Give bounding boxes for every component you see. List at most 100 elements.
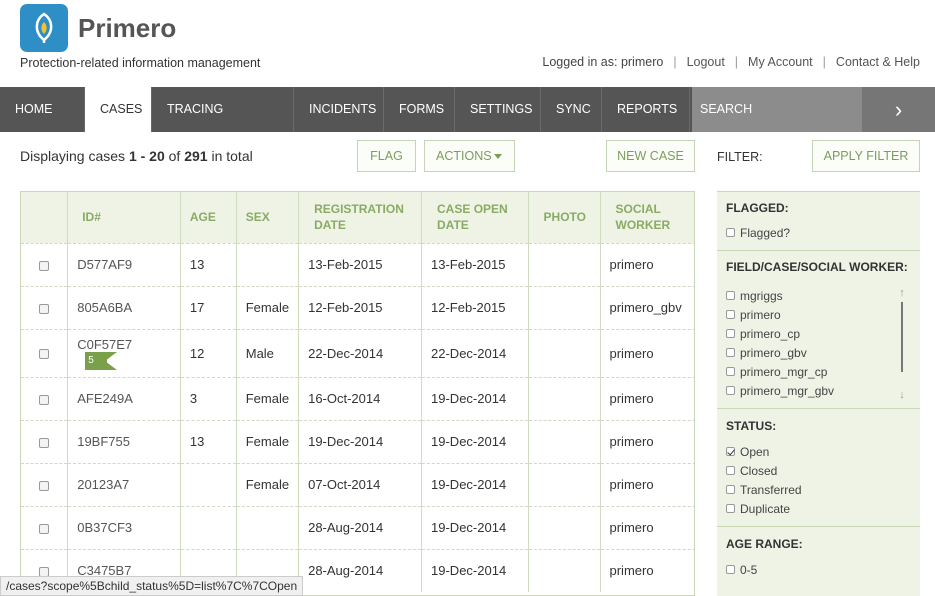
- filter-checkbox[interactable]: [726, 329, 735, 338]
- sex-cell: [236, 242, 300, 286]
- row-select[interactable]: [21, 419, 69, 463]
- filter-option[interactable]: mgriggs: [726, 286, 911, 305]
- worker-scroll-list[interactable]: mgriggs primero primero_cp primero_gbv p…: [726, 286, 911, 404]
- filter-checkbox[interactable]: [726, 228, 735, 237]
- filter-age-range: AGE RANGE: 0-5: [717, 527, 920, 587]
- filter-option[interactable]: 0-5: [726, 560, 911, 579]
- my-account-link[interactable]: My Account: [748, 55, 813, 69]
- col-case-open-date[interactable]: CASE OPEN DATE: [421, 192, 529, 243]
- filter-checkbox[interactable]: [726, 310, 735, 319]
- table-row[interactable]: 0B37CF3 28-Aug-2014 19-Dec-2014 primero: [21, 505, 694, 549]
- filter-option[interactable]: primero_mgr_gbv: [726, 381, 911, 400]
- flag-badge[interactable]: 5: [85, 351, 118, 370]
- nav-settings[interactable]: SETTINGS: [455, 87, 541, 132]
- table-row[interactable]: AFE249A 3 Female 16-Oct-2014 19-Dec-2014…: [21, 376, 694, 420]
- filter-checkbox[interactable]: [726, 565, 735, 574]
- row-checkbox[interactable]: [39, 523, 50, 534]
- filter-checkbox-checked[interactable]: [726, 447, 735, 456]
- separator: |: [822, 55, 826, 69]
- nav-reports[interactable]: REPORTS: [602, 87, 690, 132]
- scrollbar[interactable]: ↑ ↓: [897, 288, 907, 401]
- search-input[interactable]: [692, 87, 862, 132]
- row-checkbox[interactable]: [39, 303, 50, 314]
- case-id-link[interactable]: C0F57E7: [77, 337, 132, 352]
- social-worker-cell: primero: [600, 548, 694, 592]
- age-cell: 3: [180, 376, 237, 420]
- nav-tracing-requests[interactable]: TRACING REQUESTS: [152, 87, 294, 161]
- nav-cases[interactable]: CASES: [85, 87, 152, 132]
- scrollbar-thumb[interactable]: [901, 302, 903, 372]
- case-id-link[interactable]: 805A6BA: [67, 285, 181, 329]
- table-row[interactable]: 19BF755 13 Female 19-Dec-2014 19-Dec-201…: [21, 419, 694, 463]
- col-id[interactable]: ID#: [67, 192, 181, 243]
- apply-filter-button[interactable]: APPLY FILTER: [812, 140, 920, 172]
- filter-option[interactable]: primero_mgr_cp: [726, 362, 911, 381]
- flag-button[interactable]: FLAG: [357, 140, 416, 172]
- filter-checkbox[interactable]: [726, 504, 735, 513]
- row-select[interactable]: [21, 285, 69, 329]
- scroll-up-arrow-icon[interactable]: ↑: [897, 288, 907, 299]
- nav-forms[interactable]: FORMS: [384, 87, 455, 132]
- filter-option[interactable]: Closed: [726, 461, 911, 480]
- col-social-worker[interactable]: SOCIAL WORKER: [600, 192, 694, 243]
- table-row[interactable]: 20123A7 Female 07-Oct-2014 19-Dec-2014 p…: [21, 462, 694, 506]
- table-row[interactable]: D577AF9 13 13-Feb-2015 13-Feb-2015 prime…: [21, 242, 694, 286]
- case-open-date-cell: 22-Dec-2014: [421, 328, 529, 377]
- filter-option[interactable]: Duplicate: [726, 499, 911, 518]
- primero-logo[interactable]: [20, 4, 68, 52]
- filter-option[interactable]: primero_gbv: [726, 343, 911, 362]
- case-id-link[interactable]: AFE249A: [67, 376, 181, 420]
- case-id-cell: C0F57E7 5: [67, 328, 181, 377]
- col-sex[interactable]: SEX: [236, 192, 300, 243]
- table-row[interactable]: C0F57E7 5 12 Male 22-Dec-2014 22-Dec-2014…: [21, 328, 694, 377]
- filter-option[interactable]: Open: [726, 442, 911, 461]
- row-select[interactable]: [21, 376, 69, 420]
- row-checkbox[interactable]: [39, 437, 50, 448]
- col-registration-date[interactable]: REGISTRATION DATE: [298, 192, 423, 243]
- logout-link[interactable]: Logout: [687, 55, 725, 69]
- filter-checkbox[interactable]: [726, 291, 735, 300]
- col-age[interactable]: AGE: [180, 192, 237, 243]
- contact-help-link[interactable]: Contact & Help: [836, 55, 920, 69]
- row-select[interactable]: [21, 242, 69, 286]
- case-id-link[interactable]: 20123A7: [67, 462, 181, 506]
- actions-button[interactable]: ACTIONS: [424, 140, 515, 172]
- filter-option-label: mgriggs: [740, 288, 783, 303]
- filter-checkbox[interactable]: [726, 367, 735, 376]
- filter-checkbox[interactable]: [726, 466, 735, 475]
- row-select[interactable]: [21, 328, 69, 377]
- filter-option[interactable]: primero: [726, 305, 911, 324]
- row-checkbox[interactable]: [39, 480, 50, 491]
- logged-in-label: Logged in as: primero: [542, 55, 664, 69]
- search-go-button[interactable]: ›: [862, 87, 935, 132]
- cases-table: ID# AGE SEX REGISTRATION DATE CASE OPEN …: [20, 191, 695, 596]
- age-cell: 17: [180, 285, 237, 329]
- nav-sync[interactable]: SYNC: [541, 87, 602, 132]
- filter-option[interactable]: Transferred: [726, 480, 911, 499]
- new-case-button[interactable]: NEW CASE: [606, 140, 695, 172]
- row-select[interactable]: [21, 462, 69, 506]
- filter-option-label: primero_cp: [740, 326, 801, 341]
- case-id-link[interactable]: 19BF755: [67, 419, 181, 463]
- filter-checkbox[interactable]: [726, 386, 735, 395]
- case-id-link[interactable]: 0B37CF3: [67, 505, 181, 549]
- nav-incidents[interactable]: INCIDENTS: [294, 87, 384, 132]
- table-row[interactable]: 805A6BA 17 Female 12-Feb-2015 12-Feb-201…: [21, 285, 694, 329]
- filter-option[interactable]: primero_cp: [726, 324, 911, 343]
- row-select[interactable]: [21, 505, 69, 549]
- filter-checkbox[interactable]: [726, 348, 735, 357]
- filter-option-label: primero_mgr_cp: [740, 364, 828, 379]
- header: Primero Protection-related information m…: [0, 0, 935, 87]
- filter-option-label: primero_mgr_gbv: [740, 383, 835, 398]
- filter-option[interactable]: Flagged?: [726, 223, 911, 242]
- filter-option[interactable]: primero_mgr_mrm: [726, 400, 911, 405]
- scroll-down-arrow-icon[interactable]: ↓: [897, 390, 907, 401]
- row-checkbox[interactable]: [39, 394, 50, 405]
- filter-checkbox[interactable]: [726, 485, 735, 494]
- filter-flagged: FLAGGED: Flagged?: [717, 192, 920, 251]
- case-id-link[interactable]: D577AF9: [67, 242, 181, 286]
- row-checkbox[interactable]: [39, 349, 50, 360]
- row-checkbox[interactable]: [39, 260, 50, 271]
- photo-cell: [528, 285, 601, 329]
- nav-home[interactable]: HOME: [0, 87, 85, 132]
